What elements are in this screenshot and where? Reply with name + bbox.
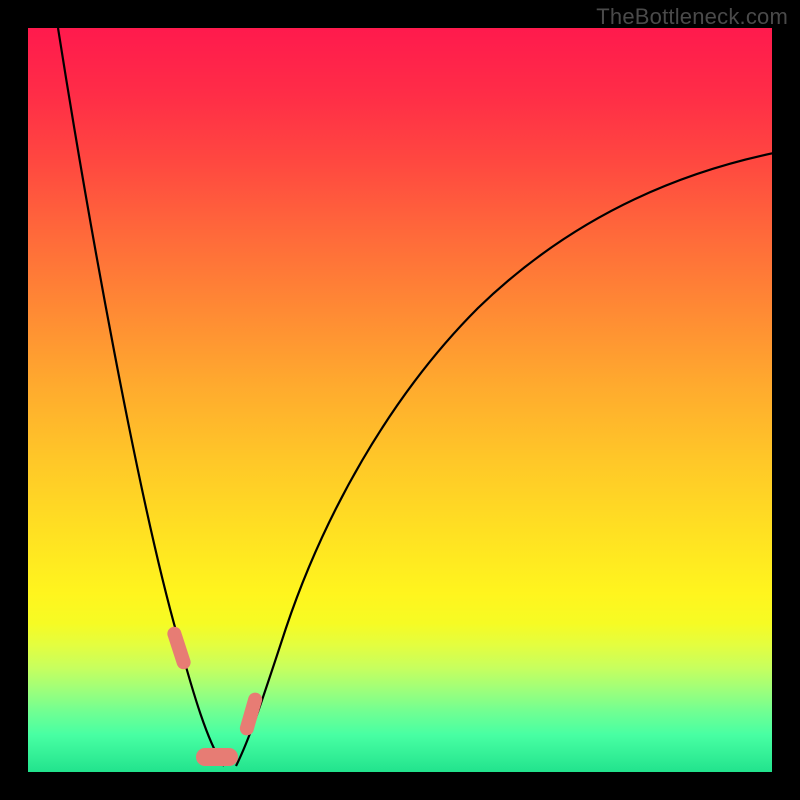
curve-left-branch [58, 28, 224, 766]
marker-right [238, 691, 264, 737]
watermark-text: TheBottleneck.com [596, 4, 788, 30]
chart-plot-area [27, 27, 773, 773]
marker-bottom [196, 748, 238, 766]
curve-right-branch [236, 153, 773, 766]
marker-left [166, 625, 193, 671]
bottleneck-curve [28, 28, 773, 773]
